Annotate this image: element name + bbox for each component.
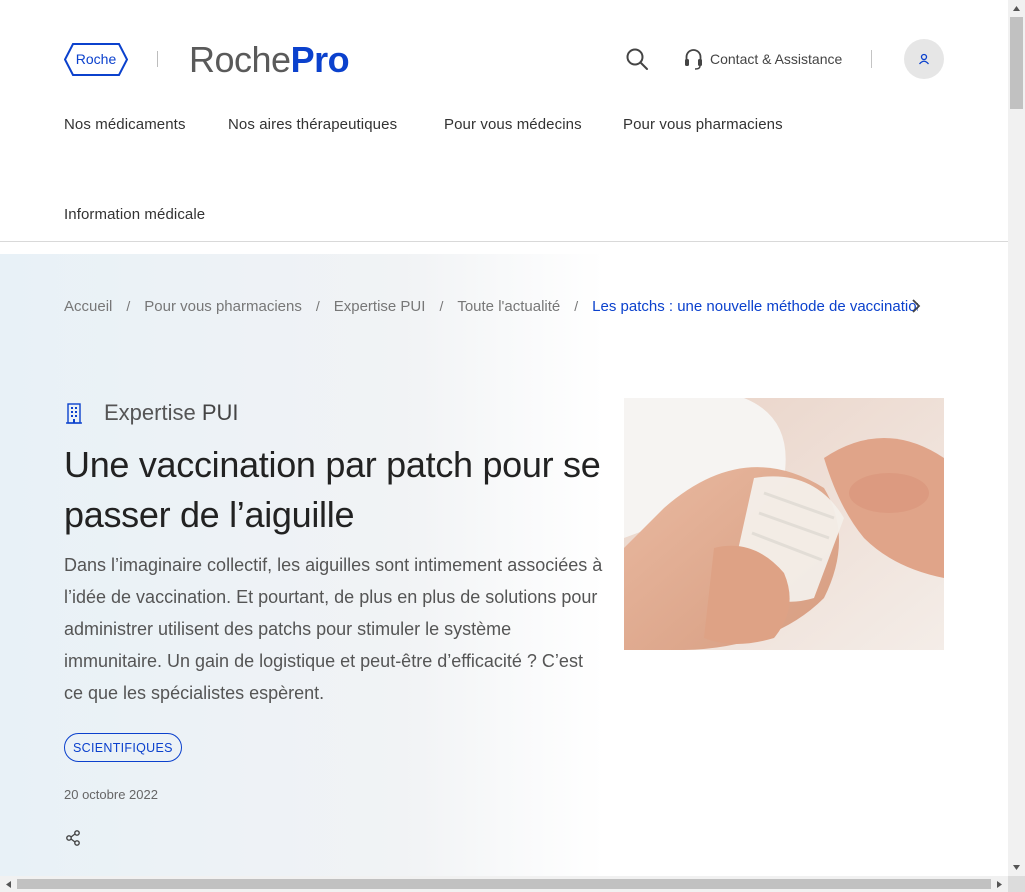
- scrollbar-corner: [1008, 876, 1025, 892]
- category-suffix: PUI: [201, 400, 239, 425]
- nav-item-medecins[interactable]: Pour vous médecins: [444, 116, 582, 133]
- building-icon: [66, 403, 82, 424]
- breadcrumb-scroll-right[interactable]: [910, 298, 922, 314]
- share-icon: [66, 830, 80, 846]
- scroll-down-button[interactable]: [1008, 859, 1025, 876]
- triangle-right-icon: [997, 880, 1002, 888]
- breadcrumb-expertise-pui[interactable]: Expertise PUI: [334, 298, 426, 315]
- horizontal-scroll-thumb[interactable]: [17, 879, 991, 889]
- breadcrumb-separator: /: [439, 298, 444, 314]
- breadcrumb-separator: /: [126, 298, 131, 314]
- triangle-down-icon: [1013, 865, 1020, 870]
- roche-logo[interactable]: Roche: [63, 43, 129, 76]
- page-title: Une vaccination par patch pour se passer…: [64, 444, 601, 535]
- vertical-scrollbar[interactable]: [1008, 0, 1025, 876]
- breadcrumb-separator: /: [574, 298, 579, 314]
- site-header: Roche RochePro Contact & Assistance Nos …: [0, 0, 1008, 242]
- chevron-right-icon: [912, 299, 921, 313]
- vertical-scroll-thumb[interactable]: [1010, 17, 1023, 109]
- triangle-left-icon: [6, 880, 11, 888]
- breadcrumb-accueil[interactable]: Accueil: [64, 298, 112, 315]
- scroll-right-button[interactable]: [991, 876, 1008, 892]
- contact-assistance-link[interactable]: Contact & Assistance: [684, 47, 842, 71]
- article-lead: Dans l’imaginaire collectif, les aiguill…: [64, 555, 603, 703]
- breadcrumb-separator: /: [315, 298, 320, 314]
- header-divider: [871, 50, 872, 68]
- breadcrumb-pharmaciens[interactable]: Pour vous pharmaciens: [144, 298, 302, 315]
- search-button[interactable]: [624, 46, 650, 72]
- breadcrumb-current[interactable]: Les patchs : une nouvelle méthode de vac…: [592, 298, 918, 315]
- nav-item-information-medicale[interactable]: Information médicale: [64, 206, 205, 223]
- headset-icon: [685, 49, 702, 70]
- article-image: [624, 398, 944, 650]
- publish-date: 20 octobre 2022: [64, 787, 158, 802]
- search-icon: [626, 48, 648, 70]
- rochepro-brand[interactable]: RochePro: [189, 38, 350, 82]
- breadcrumb: Accueil / Pour vous pharmaciens / Expert…: [64, 296, 918, 316]
- tag-scientifiques[interactable]: SCIENTIFIQUES: [64, 733, 182, 762]
- roche-logo-text: Roche: [76, 51, 117, 67]
- brand-suffix: Pro: [290, 39, 350, 80]
- logo-divider: [157, 51, 158, 67]
- category-prefix: Expertise: [104, 400, 196, 425]
- nav-item-medicaments[interactable]: Nos médicaments: [64, 116, 186, 133]
- contact-label: Contact & Assistance: [710, 51, 843, 67]
- brand-prefix: Roche: [189, 39, 291, 80]
- account-button[interactable]: [904, 39, 944, 79]
- breadcrumb-actualite[interactable]: Toute l'actualité: [457, 298, 560, 315]
- nav-item-aires-therapeutiques[interactable]: Nos aires thérapeutiques: [228, 116, 397, 133]
- nav-item-pharmaciens[interactable]: Pour vous pharmaciens: [623, 116, 783, 133]
- scroll-up-button[interactable]: [1008, 0, 1025, 17]
- triangle-up-icon: [1013, 6, 1020, 11]
- category-label: Expertise PUI: [104, 400, 239, 426]
- article-category: Expertise PUI: [64, 400, 239, 426]
- share-button[interactable]: [64, 829, 82, 847]
- scroll-left-button[interactable]: [0, 876, 17, 892]
- user-icon: [918, 53, 930, 65]
